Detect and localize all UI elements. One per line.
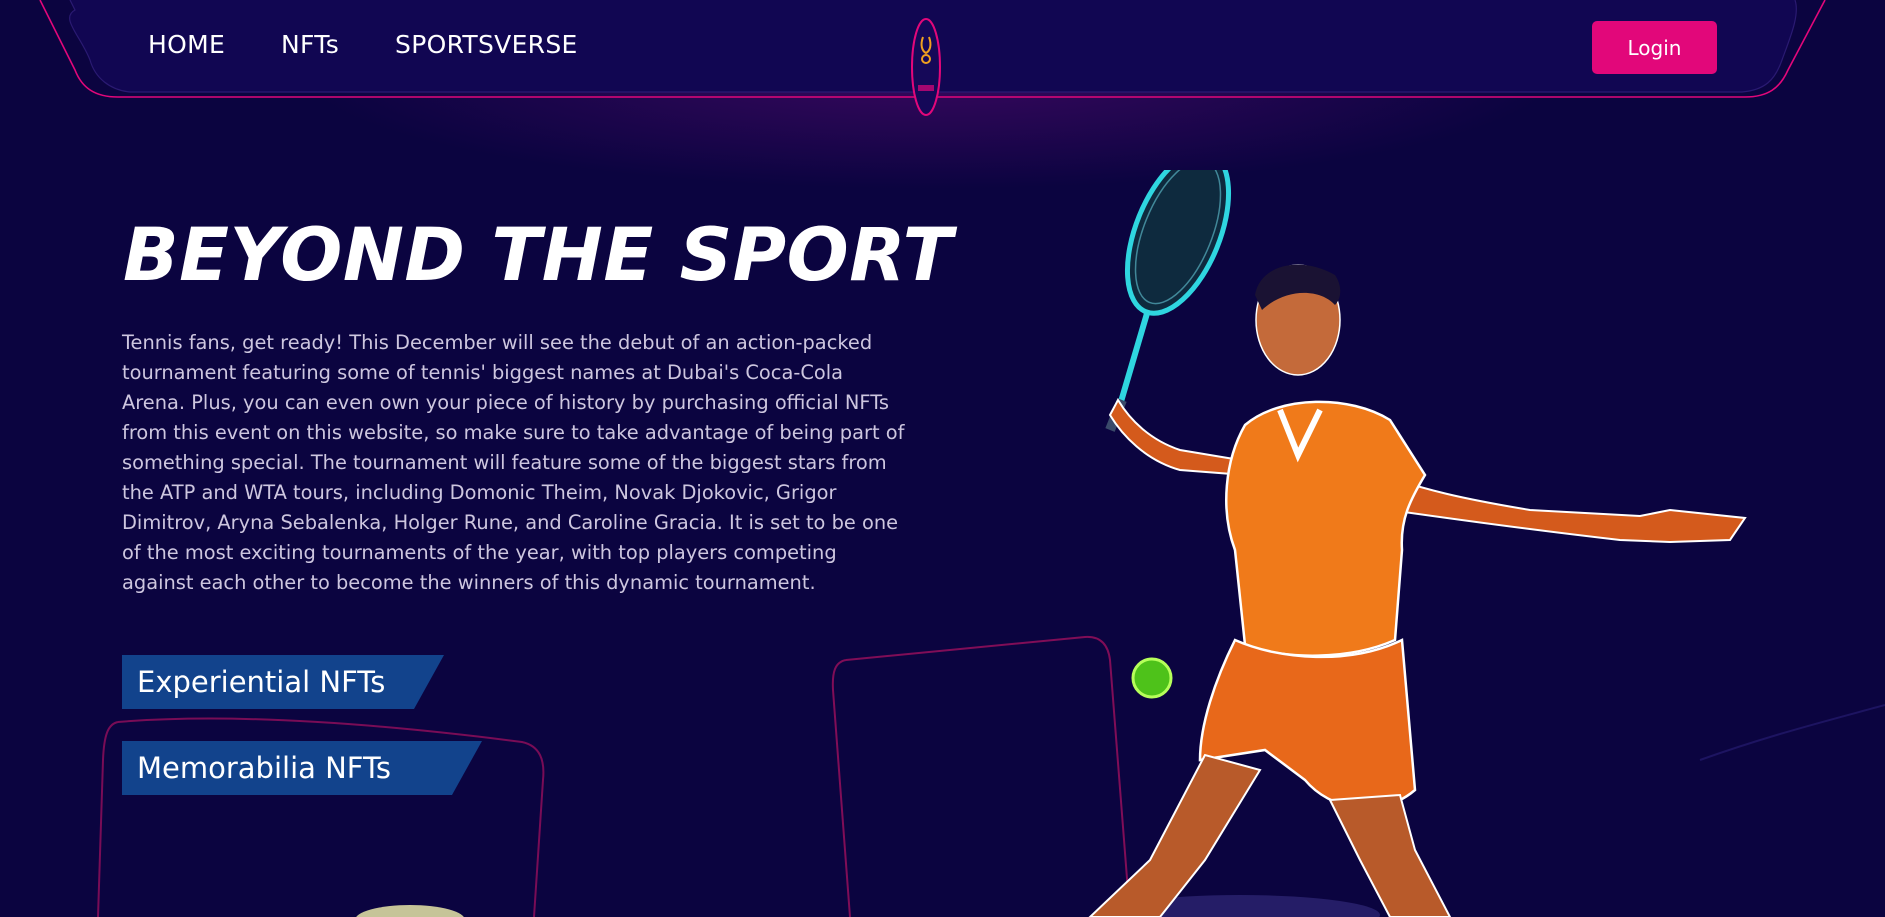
login-button[interactable]: Login	[1592, 21, 1717, 74]
memorabilia-nfts-tag[interactable]: Memorabilia NFTs	[122, 741, 482, 795]
nav-link-home[interactable]: HOME	[148, 30, 225, 59]
navbar: HOME NFTs SPORTSVERSE Login	[0, 0, 1885, 120]
brand-logo-icon[interactable]	[910, 17, 942, 117]
racket-icon	[1105, 170, 1232, 432]
hero-description: Tennis fans, get ready! This December wi…	[122, 331, 905, 594]
tennis-player-illustration	[1088, 170, 1747, 917]
nav-link-sportsverse[interactable]: SPORTSVERSE	[395, 30, 578, 59]
experiential-nfts-tag[interactable]: Experiential NFTs	[122, 655, 444, 709]
nav-link-nfts[interactable]: NFTs	[281, 30, 339, 59]
tennis-ball-icon	[1131, 657, 1173, 699]
hero-title: BEYOND THE SPORT	[123, 213, 953, 298]
nav-links: HOME NFTs SPORTSVERSE	[148, 30, 578, 59]
page: HOME NFTs SPORTSVERSE Login BEYOND THE S…	[0, 0, 1885, 917]
